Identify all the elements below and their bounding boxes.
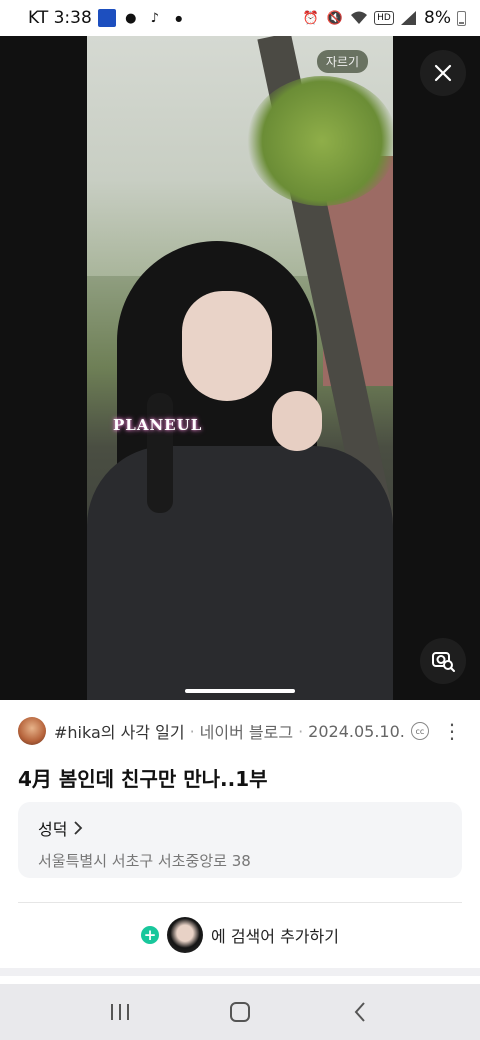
separator-dot: · — [298, 721, 304, 741]
recent-apps-button[interactable] — [100, 992, 140, 1032]
battery-level: 8% — [424, 8, 451, 28]
more-options-button[interactable]: ⋮ — [442, 719, 462, 743]
image-viewer: PLANEUL 자르기 — [0, 36, 480, 700]
plus-icon: + — [141, 926, 160, 944]
cc-license-icon: cc — [410, 722, 429, 740]
place-address: 서울특별시 서초구 서초중앙로 38 — [38, 852, 251, 870]
section-separator — [0, 976, 480, 984]
system-nav-bar — [0, 984, 480, 1040]
add-to-search-button[interactable]: + 에 검색어 추가하기 — [0, 914, 480, 956]
photo-microphone — [147, 393, 173, 513]
source-name: #hika의 사각 일기 — [54, 723, 185, 742]
place-card[interactable]: 성덕 서울특별시 서초구 서초중앙로 38 — [18, 802, 462, 878]
chevron-right-icon — [74, 821, 83, 835]
alarm-icon: ⏰ — [302, 10, 320, 26]
source-date: 2024.05.10. — [308, 721, 405, 741]
lens-search-button[interactable] — [420, 638, 466, 684]
home-button[interactable] — [220, 992, 260, 1032]
result-title[interactable]: 4月 봄인데 친구만 만나..1부 — [0, 762, 480, 796]
section-separator — [0, 968, 480, 976]
close-icon — [434, 64, 452, 82]
place-name-row: 성덕 — [38, 816, 442, 840]
mic-label: PLANEUL — [113, 416, 203, 434]
status-bar: KT 3:38 ● ♪ ● ⏰ 🔇 HD 8% — [0, 0, 480, 36]
carrier-time: KT 3:38 — [28, 8, 92, 28]
hd-icon: HD — [374, 11, 395, 25]
home-icon — [230, 1002, 250, 1022]
source-site: 네이버 블로그 — [199, 723, 294, 742]
back-button[interactable] — [340, 992, 380, 1032]
drag-handle[interactable] — [185, 689, 295, 693]
signal-icon — [400, 9, 418, 27]
divider — [18, 902, 462, 903]
photo-jacket — [87, 446, 393, 700]
add-search-label: 에 검색어 추가하기 — [211, 927, 339, 946]
back-icon — [354, 1002, 365, 1022]
mute-icon: 🔇 — [326, 10, 344, 26]
lens-search-icon — [432, 652, 455, 672]
app-icon — [97, 9, 116, 27]
battery-icon — [457, 10, 466, 26]
result-panel: #hika의 사각 일기 · 네이버 블로그 · 2024.05.10. cc … — [0, 700, 480, 968]
photo-face — [182, 291, 272, 401]
wifi-icon — [350, 9, 368, 27]
place-name: 성덕 — [38, 820, 68, 839]
photo-hand — [272, 391, 322, 451]
separator-dot: · — [189, 721, 195, 741]
close-button[interactable] — [420, 50, 466, 96]
notification-icon: ● — [125, 10, 137, 26]
source-avatar — [18, 717, 46, 745]
source-row[interactable]: #hika의 사각 일기 · 네이버 블로그 · 2024.05.10. cc … — [0, 700, 480, 762]
dot-icon: ● — [175, 13, 183, 23]
tiktok-icon: ♪ — [150, 10, 159, 26]
photo-foliage — [247, 76, 393, 206]
recent-apps-icon — [111, 1004, 129, 1020]
image-thumbnail — [167, 917, 204, 953]
search-image[interactable]: PLANEUL 자르기 — [87, 36, 393, 700]
crop-button[interactable]: 자르기 — [316, 50, 368, 73]
